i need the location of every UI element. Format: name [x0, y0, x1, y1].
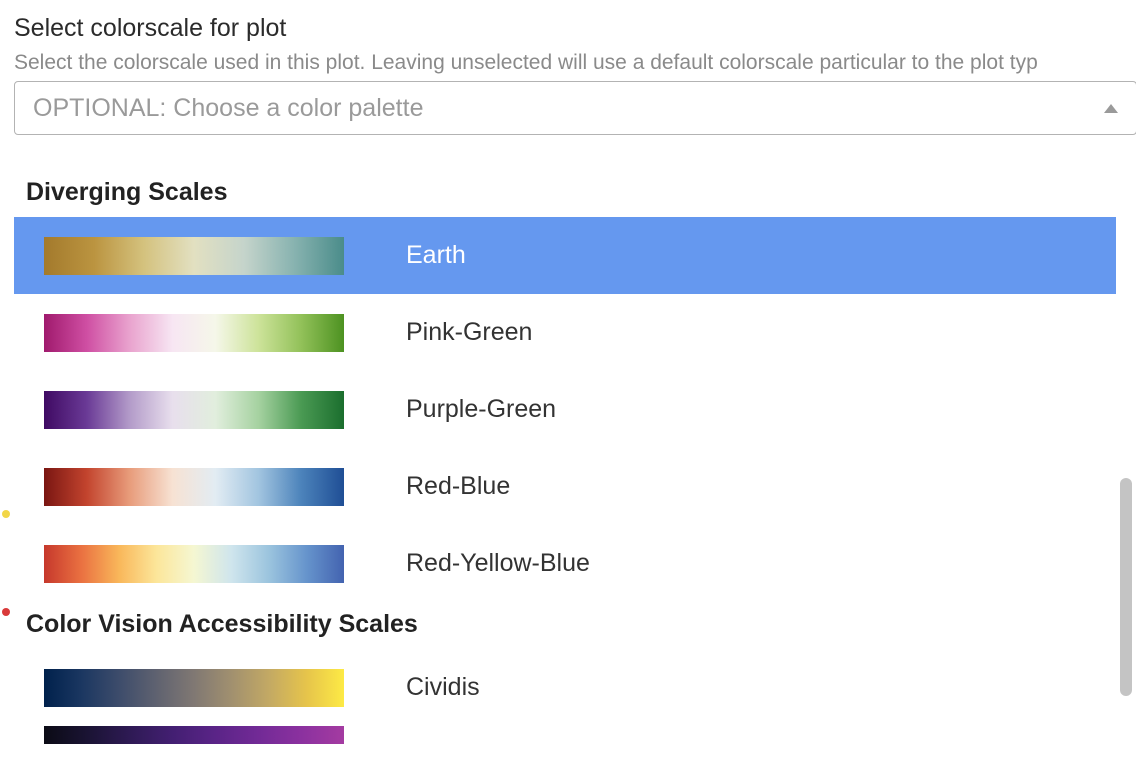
option-label: Earth	[406, 241, 466, 270]
field-description: Select the colorscale used in this plot.…	[14, 51, 1136, 75]
option-purple-green[interactable]: Purple-Green	[14, 371, 1116, 448]
field-title: Select colorscale for plot	[14, 14, 1136, 43]
group-header-diverging: Diverging Scales	[14, 170, 1116, 217]
option-pink-green[interactable]: Pink-Green	[14, 294, 1116, 371]
select-placeholder: OPTIONAL: Choose a color palette	[33, 94, 423, 123]
swatch-cividis	[44, 669, 344, 707]
colorscale-select[interactable]: OPTIONAL: Choose a color palette	[14, 81, 1136, 135]
options-list[interactable]: Diverging Scales Earth Pink-Green Purple…	[14, 166, 1116, 784]
option-label: Cividis	[406, 673, 480, 702]
swatch-earth	[44, 237, 344, 275]
scrollbar-thumb[interactable]	[1120, 478, 1132, 696]
group-header-cva: Color Vision Accessibility Scales	[14, 602, 1116, 649]
option-label: Pink-Green	[406, 318, 532, 347]
select-control[interactable]: OPTIONAL: Choose a color palette	[14, 81, 1136, 135]
chevron-up-icon	[1104, 104, 1118, 113]
scrollbar-track[interactable]	[1116, 166, 1134, 784]
option-red-yellow-blue[interactable]: Red-Yellow-Blue	[14, 525, 1116, 602]
swatch-red-yellow-blue	[44, 545, 344, 583]
option-earth[interactable]: Earth	[14, 217, 1116, 294]
option-cividis[interactable]: Cividis	[14, 649, 1116, 726]
swatch-purple-green	[44, 391, 344, 429]
option-red-blue[interactable]: Red-Blue	[14, 448, 1116, 525]
swatch-partial	[44, 726, 344, 744]
swatch-pink-green	[44, 314, 344, 352]
option-label: Red-Yellow-Blue	[406, 549, 590, 578]
option-partial[interactable]	[14, 726, 1116, 744]
dropdown-panel: Diverging Scales Earth Pink-Green Purple…	[14, 166, 1136, 784]
option-label: Red-Blue	[406, 472, 510, 501]
swatch-red-blue	[44, 468, 344, 506]
background-obscured	[0, 450, 14, 616]
option-label: Purple-Green	[406, 395, 556, 424]
